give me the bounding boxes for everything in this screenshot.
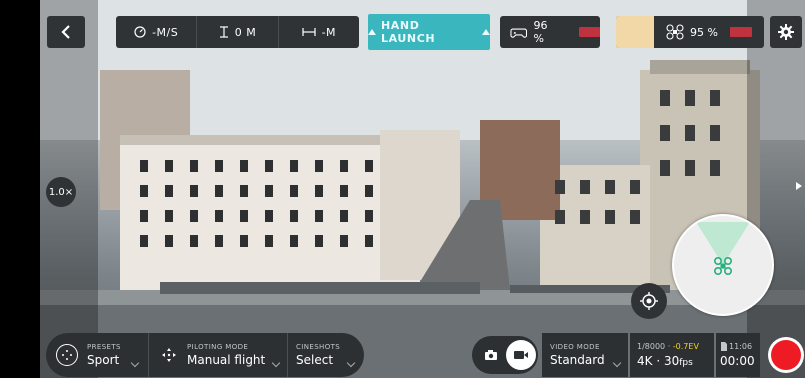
gamepad-icon [510,28,528,38]
hand-launch-button[interactable]: HAND LAUNCH [368,14,490,50]
photo-video-toggle[interactable] [472,336,538,374]
drone-icon [666,24,684,40]
piloting-mode-value: Manual flight [187,353,266,367]
video-mode-caption: VIDEO MODE [550,343,600,351]
street-scene [40,0,805,378]
settings-button[interactable] [770,16,802,48]
sd-card-icon [721,342,727,351]
radar-minimap[interactable] [672,214,774,316]
zoom-label: 1.0× [48,186,74,198]
shutter-speed: 1/8000 · [637,342,673,351]
flight-settings-bar: PRESETS Sport PILOTING MODE Manual fligh… [46,333,364,377]
speed-value: -M/S [152,25,179,39]
storage-indicator[interactable]: 11:06 00:00 [716,333,760,377]
cineshots-selector[interactable]: CINESHOTS Select [288,333,364,377]
record-button[interactable] [768,337,804,373]
presets-selector[interactable]: PRESETS Sport [78,333,148,377]
move-arrows-icon [162,348,176,362]
resolution-value: 4K · 30 [637,354,680,368]
speed-readout: -M/S [116,16,198,48]
altitude-readout: 0 M [197,16,279,48]
altitude-value: 0 M [234,25,257,39]
presets-value: Sport [87,353,120,367]
piloting-mode-caption: PILOTING MODE [187,343,249,351]
speedometer-icon [134,26,146,38]
cineshots-value: Select [296,353,334,367]
piloting-mode-selector[interactable]: PILOTING MODE Manual flight [149,333,287,377]
cineshots-caption: CINESHOTS [296,343,341,351]
altitude-icon [219,26,228,38]
drone-heading-icon [696,222,750,275]
remaining-time: 11:06 [729,342,753,351]
arrow-up-icon [368,29,376,35]
back-button[interactable] [47,16,85,48]
presets-caption: PRESETS [87,343,121,351]
hand-launch-label: HAND LAUNCH [381,19,436,45]
controller-battery-value: 96 % [533,19,548,45]
exposure-line: 1/8000 · -0.7EV [637,342,714,351]
recenter-button[interactable] [631,283,667,319]
drone-battery-value: 95 % [690,25,718,39]
distance-readout: -M [279,16,359,48]
distance-icon [301,28,316,36]
distance-value: -M [321,25,337,39]
signal-alert-icon [729,27,752,37]
crosshair-icon [640,292,658,310]
recording-time: 00:00 [720,354,755,368]
arrow-up-icon [482,29,490,35]
video-camera-icon [514,351,528,359]
presets-icon [56,344,78,366]
camera-icon [485,350,497,360]
resolution-line: 4K · 30fps [637,354,714,368]
chevron-left-icon [61,25,70,39]
side-panel-arrow-icon[interactable] [796,182,802,190]
video-mode-knob[interactable] [506,340,536,370]
fps-unit: fps [679,358,693,368]
telemetry-panel: -M/S 0 M -M [116,16,359,48]
storage-remaining: 11:06 [720,342,760,351]
signal-alert-icon [578,27,601,37]
target-dots-icon [62,350,72,360]
gear-icon [778,24,794,40]
zoom-button[interactable]: 1.0× [46,177,76,207]
warning-indicator [616,16,654,48]
controller-battery-indicator[interactable]: 96 % [500,16,601,48]
exposure-settings[interactable]: 1/8000 · -0.7EV 4K · 30fps [630,333,714,377]
video-mode-selector[interactable]: VIDEO MODE Standard [542,333,628,377]
drone-battery-indicator[interactable]: 95 % [616,16,764,48]
camera-feed[interactable] [40,0,805,378]
exposure-value: -0.7EV [672,342,699,351]
record-icon [771,340,801,370]
